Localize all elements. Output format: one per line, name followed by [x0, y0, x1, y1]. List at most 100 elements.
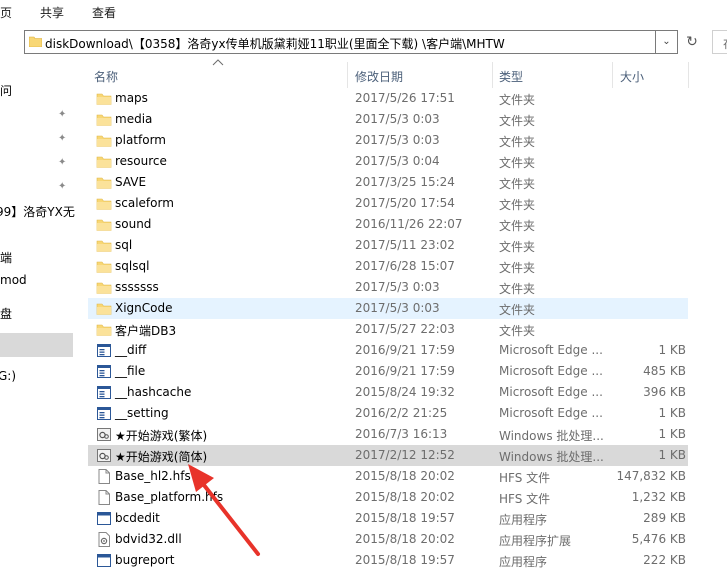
column-name[interactable]: 名称 [94, 68, 118, 85]
file-date: 2015/8/18 20:02 [355, 532, 455, 546]
search-placeholder: 在 M [723, 35, 727, 52]
file-row[interactable]: ★开始游戏(繁体) 2016/7/3 16:13 Windows 批处理... 1 K… [88, 424, 688, 445]
file-type: 应用程序 [499, 513, 548, 527]
file-type: Windows 批处理... [499, 429, 604, 443]
file-row[interactable]: resource 2017/5/3 0:04 文件夹 [88, 151, 688, 172]
edge-file-icon [96, 343, 112, 358]
folder-icon [96, 301, 112, 316]
column-date[interactable]: 修改日期 [355, 68, 403, 85]
file-type: HFS 文件 [499, 492, 551, 506]
file-row[interactable]: 客户端DB3 2017/5/27 22:03 文件夹 [88, 319, 688, 340]
search-input[interactable]: 在 M [712, 30, 727, 54]
column-divider[interactable] [688, 62, 689, 88]
dll-file-icon [96, 532, 112, 547]
file-type: 文件夹 [499, 156, 536, 170]
address-path[interactable]: diskDownload\【0358】洛奇yx传单机版黛莉娅11职业(里面全下载… [45, 35, 505, 52]
column-divider[interactable] [492, 62, 493, 88]
file-row[interactable]: sql 2017/5/11 23:02 文件夹 [88, 235, 688, 256]
nav-item-label: 99】洛奇YX无 [0, 205, 75, 219]
nav-item-label: 盘 [0, 307, 13, 321]
nav-item[interactable]: 端 [0, 247, 73, 267]
menu-item-page[interactable]: 页 [0, 4, 12, 21]
folder-icon [96, 259, 112, 274]
file-size: 1 KB [658, 406, 686, 420]
file-row[interactable]: sqlsql 2017/6/28 15:07 文件夹 [88, 256, 688, 277]
nav-item[interactable]: G:) [0, 367, 73, 387]
file-row[interactable]: XignCode 2017/5/3 0:03 文件夹 [88, 298, 688, 319]
file-type: 文件夹 [499, 303, 536, 317]
pin-icon[interactable]: ✦ [58, 133, 68, 145]
refresh-button[interactable]: ↻ [682, 32, 702, 52]
file-type: Microsoft Edge ... [499, 343, 603, 357]
file-row[interactable]: SAVE 2017/3/25 15:24 文件夹 [88, 172, 688, 193]
column-type[interactable]: 类型 [499, 68, 523, 85]
file-name: ★开始游戏(繁体) [115, 429, 208, 443]
edge-file-icon [96, 364, 112, 379]
file-date: 2017/5/3 0:03 [355, 301, 440, 315]
column-size[interactable]: 大小 [620, 68, 644, 85]
address-dropdown-button[interactable]: ⌄ [656, 30, 678, 54]
nav-item[interactable]: mod [0, 271, 73, 291]
file-date: 2017/5/3 0:03 [355, 133, 440, 147]
file-name: resource [115, 154, 167, 168]
folder-icon [96, 112, 112, 127]
menu-bar: 页 共享 查看 [0, 0, 727, 24]
file-type: 文件夹 [499, 282, 536, 296]
file-row[interactable]: sssssss 2017/5/3 0:03 文件夹 [88, 277, 688, 298]
nav-item-label: 端 [0, 251, 13, 265]
file-name: platform [115, 133, 166, 147]
folder-icon [96, 154, 112, 169]
folder-icon [96, 133, 112, 148]
file-size: 1 KB [658, 343, 686, 357]
pin-icon[interactable]: ✦ [58, 181, 68, 193]
file-date: 2017/6/28 15:07 [355, 259, 455, 273]
column-divider[interactable] [347, 62, 348, 88]
annotation-arrow-icon [188, 464, 260, 556]
file-row[interactable]: media 2017/5/3 0:03 文件夹 [88, 109, 688, 130]
file-size: 485 KB [643, 364, 686, 378]
file-row[interactable]: maps 2017/5/26 17:51 文件夹 [88, 88, 688, 109]
file-type: Windows 批处理... [499, 450, 604, 464]
file-name: __file [115, 364, 146, 378]
file-type: 文件夹 [499, 261, 536, 275]
batch-file-icon [96, 427, 112, 442]
file-date: 2017/5/11 23:02 [355, 238, 455, 252]
pin-icon[interactable]: ✦ [58, 109, 68, 121]
pin-icon[interactable]: ✦ [58, 157, 68, 169]
file-name: sql [115, 238, 133, 252]
file-type: 应用程序 [499, 555, 548, 569]
file-type: Microsoft Edge ... [499, 385, 603, 399]
file-row[interactable]: __diff 2016/9/21 17:59 Microsoft Edge ... 1… [88, 340, 688, 361]
file-name: __diff [115, 343, 147, 357]
nav-item-label: 问 [0, 84, 13, 98]
file-type: Microsoft Edge ... [499, 364, 603, 378]
folder-icon [96, 175, 112, 190]
address-bar[interactable]: diskDownload\【0358】洛奇yx传单机版黛莉娅11职业(里面全下载… [24, 30, 656, 54]
file-date: 2015/8/24 19:32 [355, 385, 455, 399]
file-type: 文件夹 [499, 219, 536, 233]
file-type: 文件夹 [499, 135, 536, 149]
file-date: 2016/11/26 22:07 [355, 217, 463, 231]
file-row[interactable]: sound 2016/11/26 22:07 文件夹 [88, 214, 688, 235]
file-row[interactable]: __file 2016/9/21 17:59 Microsoft Edge ... 4… [88, 361, 688, 382]
file-row[interactable]: __setting 2016/2/2 21:25 Microsoft Edge ..… [88, 403, 688, 424]
file-date: 2017/5/26 17:51 [355, 91, 455, 105]
menu-item-view[interactable]: 查看 [92, 4, 116, 21]
menu-item-share[interactable]: 共享 [40, 4, 64, 21]
file-name: __setting [115, 406, 169, 420]
folder-icon [96, 91, 112, 106]
nav-item[interactable]: 盘 [0, 303, 73, 323]
file-type: 文件夹 [499, 240, 536, 254]
nav-item[interactable]: 99】洛奇YX无 [0, 201, 75, 221]
app-icon [96, 511, 112, 526]
file-row[interactable]: __hashcache 2015/8/24 19:32 Microsoft Edge… [88, 382, 688, 403]
app-icon [96, 553, 112, 568]
file-row[interactable]: scaleform 2017/5/20 17:54 文件夹 [88, 193, 688, 214]
nav-item[interactable]: 问 [0, 80, 73, 100]
file-row[interactable]: platform 2017/5/3 0:03 文件夹 [88, 130, 688, 151]
column-header: 名称 修改日期 类型 大小 [88, 58, 727, 88]
column-divider[interactable] [612, 62, 613, 88]
nav-item-selected[interactable] [0, 333, 73, 357]
file-name: bcdedit [115, 511, 160, 525]
file-name: 客户端DB3 [115, 324, 177, 338]
